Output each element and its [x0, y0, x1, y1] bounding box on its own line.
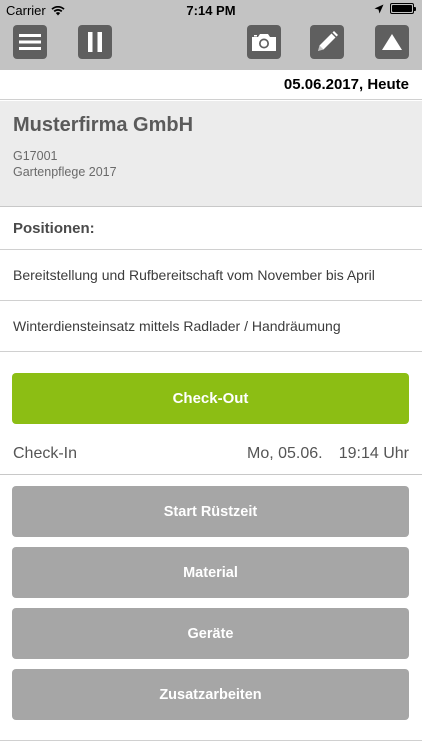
- battery-icon: [390, 3, 416, 14]
- hamburger-icon: [19, 34, 41, 50]
- status-time: 7:14 PM: [186, 3, 236, 18]
- checkin-label: Check-In: [13, 445, 78, 462]
- positions-title: Positionen:: [13, 220, 95, 237]
- location-arrow-icon: [374, 4, 384, 13]
- toolbar: [0, 20, 422, 70]
- material-button[interactable]: Material: [12, 547, 409, 598]
- checkin-row: Check-In Mo, 05.06. 19:14 Uhr: [0, 430, 422, 475]
- camera-button[interactable]: [247, 25, 281, 59]
- status-right: [374, 3, 416, 14]
- positions-header: Positionen:: [0, 207, 422, 250]
- menu-button[interactable]: [13, 25, 47, 59]
- position-item[interactable]: Winterdiensteinsatz mittels Radlader / H…: [0, 301, 422, 352]
- divider: [0, 740, 422, 741]
- project-name: Gartenpflege 2017: [13, 165, 117, 179]
- pencil-icon: [318, 31, 338, 51]
- additional-work-button[interactable]: Zusatzarbeiten: [12, 669, 409, 720]
- checkin-time: 19:14 Uhr: [338, 445, 409, 462]
- date-header: 05.06.2017, Heute: [0, 70, 422, 100]
- pause-button[interactable]: [78, 25, 112, 59]
- position-label: Winterdiensteinsatz mittels Radlader / H…: [13, 318, 341, 334]
- order-code: G17001: [13, 149, 58, 163]
- pause-icon: [88, 32, 102, 52]
- company-name: Musterfirma GmbH: [13, 114, 194, 136]
- company-card: Musterfirma GmbH G17001 Gartenpflege 201…: [0, 101, 422, 207]
- status-bar: Carrier 7:14 PM: [0, 0, 422, 20]
- camera-icon: [252, 34, 276, 51]
- start-setup-time-button[interactable]: Start Rüstzeit: [12, 486, 409, 537]
- checkout-button[interactable]: Check-Out: [12, 373, 409, 424]
- triangle-up-icon: [382, 34, 402, 50]
- equipment-button[interactable]: Geräte: [12, 608, 409, 659]
- up-button[interactable]: [375, 25, 409, 59]
- position-item[interactable]: Bereitstellung und Rufbereitschaft vom N…: [0, 250, 422, 301]
- current-date: 05.06.2017, Heute: [283, 76, 409, 93]
- checkin-date: Mo, 05.06.: [247, 445, 323, 462]
- position-label: Bereitstellung und Rufbereitschaft vom N…: [13, 267, 375, 283]
- edit-button[interactable]: [310, 25, 344, 59]
